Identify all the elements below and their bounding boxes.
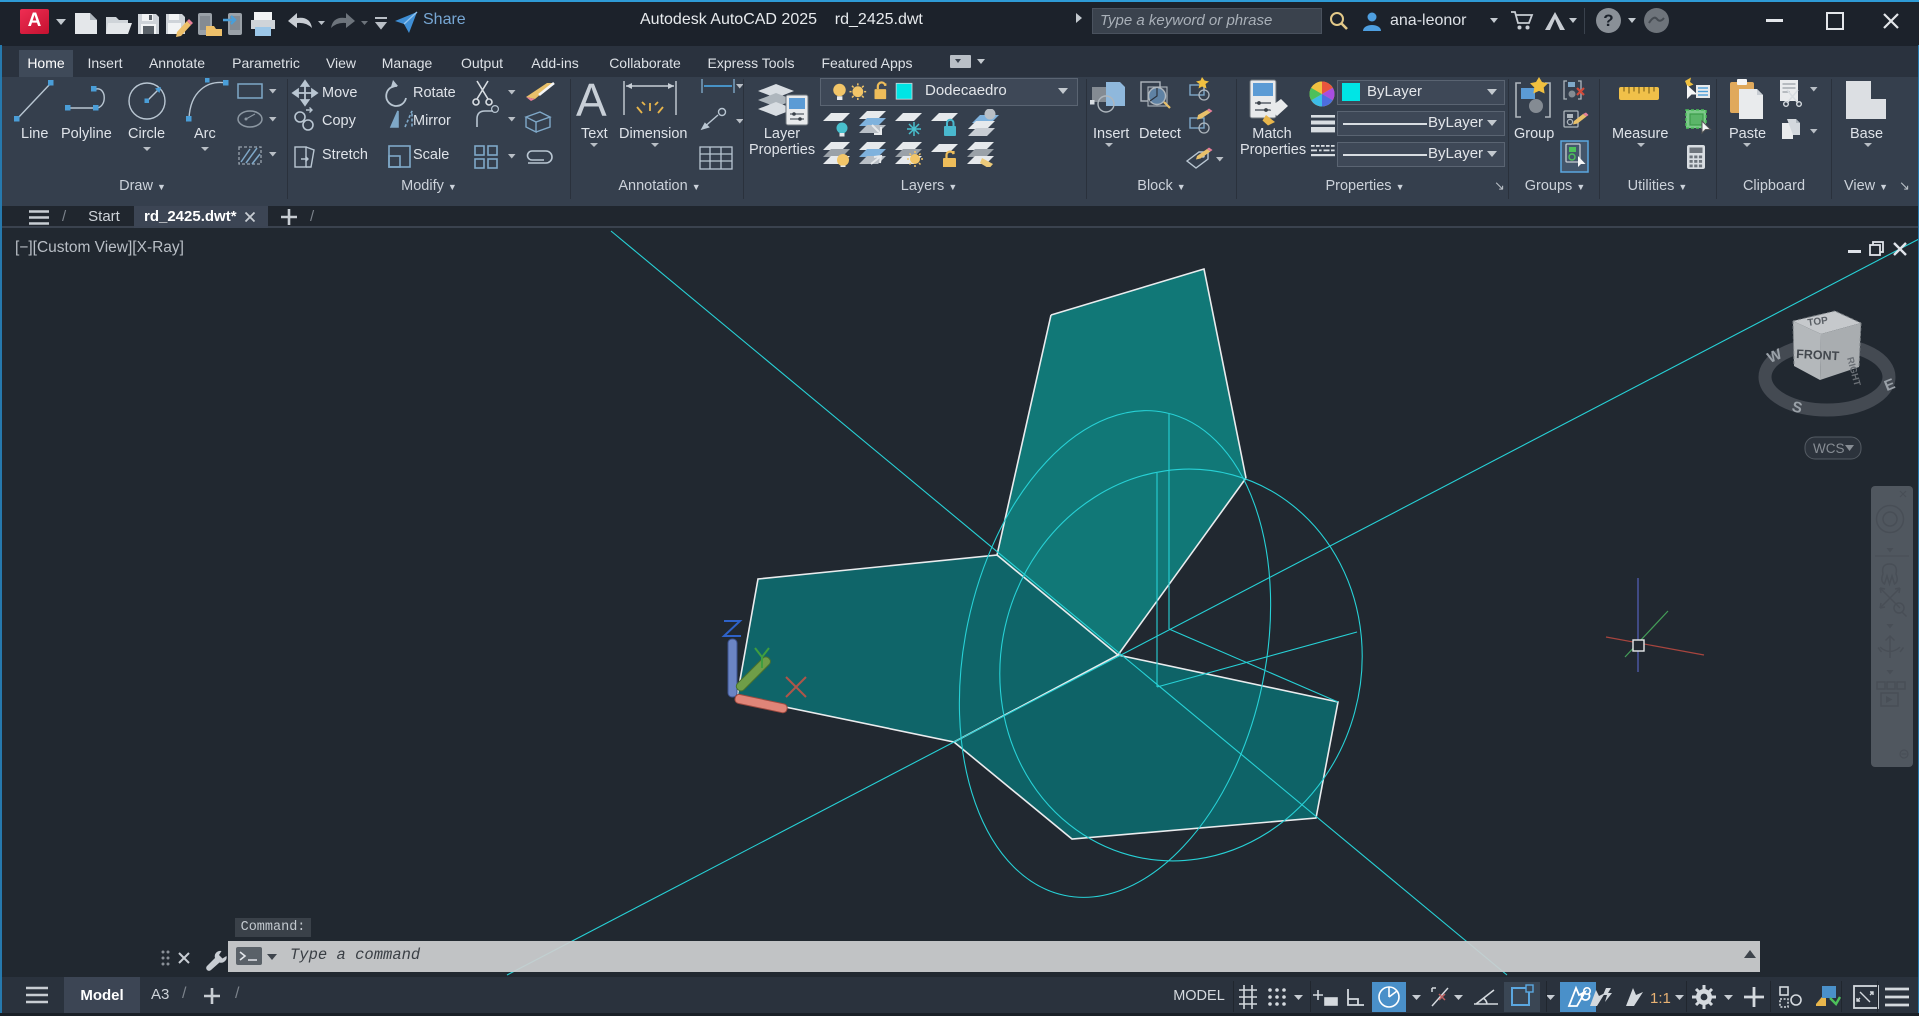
svg-text:1:1: 1:1 bbox=[1650, 990, 1671, 1007]
svg-text:FRONT: FRONT bbox=[1796, 347, 1840, 363]
svg-text:WCS: WCS bbox=[1813, 441, 1845, 456]
